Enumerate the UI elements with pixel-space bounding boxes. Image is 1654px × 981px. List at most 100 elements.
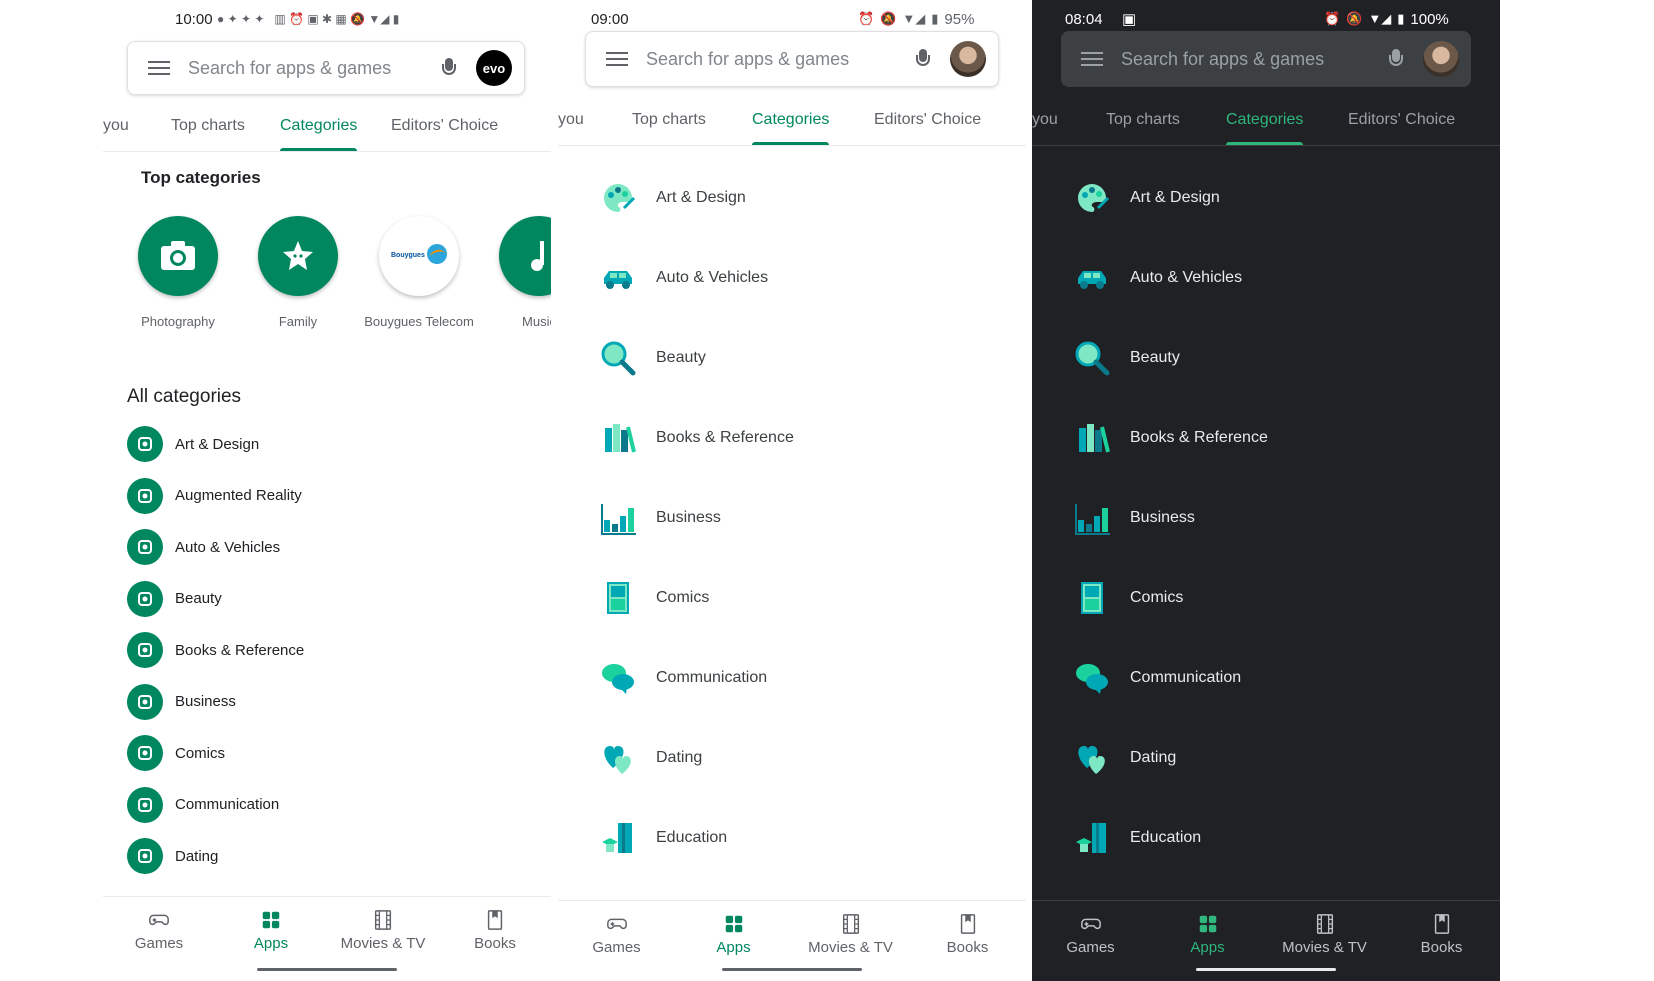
- nav-books[interactable]: Books: [439, 897, 551, 981]
- tab-editors-choice[interactable]: Editors' Choice: [1348, 111, 1455, 145]
- category-business[interactable]: Business: [598, 498, 721, 538]
- category-label: Comics: [175, 744, 226, 762]
- category-label: Beauty: [175, 590, 222, 607]
- education-icon: [1072, 818, 1112, 858]
- nav-books[interactable]: Books: [909, 901, 1026, 981]
- category-auto-and-vehicles[interactable]: Auto & Vehicles: [1072, 258, 1242, 298]
- category-beauty[interactable]: Beauty: [127, 580, 222, 617]
- category-auto-and-vehicles[interactable]: Auto & Vehicles: [127, 529, 280, 565]
- category-label: Business: [175, 693, 236, 710]
- avatar[interactable]: evo: [476, 50, 512, 86]
- star-icon: [258, 216, 338, 296]
- category-beauty[interactable]: Beauty: [1072, 338, 1180, 378]
- business-icon: [598, 498, 638, 538]
- alarm-icon: ⏰: [1324, 11, 1341, 26]
- category-label: Art & Design: [1130, 189, 1220, 206]
- mic-icon[interactable]: [916, 49, 930, 69]
- category-business[interactable]: Business: [127, 683, 236, 720]
- search-placeholder[interactable]: Search for apps & games: [646, 49, 916, 70]
- category-books-and-reference[interactable]: Books & Reference: [1072, 418, 1268, 458]
- search-bar[interactable]: Search for apps & games: [1061, 31, 1471, 87]
- apps-grid-icon: [725, 915, 742, 933]
- nav-label: Movies & TV: [808, 939, 893, 956]
- category-communication[interactable]: Communication: [127, 786, 279, 823]
- category-comics[interactable]: Comics: [598, 578, 709, 618]
- category-label: Art & Design: [656, 189, 746, 206]
- category-dating[interactable]: Dating: [598, 738, 702, 778]
- nav-games[interactable]: Games: [558, 901, 675, 981]
- category-books-and-reference[interactable]: Books & Reference: [598, 418, 794, 458]
- category-label: Books & Reference: [1130, 429, 1268, 446]
- category-beauty[interactable]: Beauty: [598, 338, 706, 378]
- category-label: Auto & Vehicles: [656, 269, 769, 286]
- category-augmented-reality[interactable]: Augmented Reality: [127, 477, 302, 514]
- category-label: Books & Reference: [656, 429, 794, 446]
- tab-categories[interactable]: Categories: [280, 117, 358, 151]
- gesture-bar[interactable]: [257, 968, 397, 971]
- tab-editors-choice[interactable]: Editors' Choice: [391, 117, 498, 151]
- menu-icon[interactable]: [606, 52, 628, 66]
- category-communication[interactable]: Communication: [1072, 658, 1241, 698]
- tab-top-charts[interactable]: Top charts: [171, 117, 245, 151]
- mic-icon[interactable]: [1389, 49, 1403, 69]
- avatar[interactable]: [950, 41, 986, 77]
- top-category-photography[interactable]: Photography: [123, 216, 233, 329]
- art-and-design-icon: [1072, 178, 1112, 218]
- status-bar: 09:00 ⏰ 🔕 ▼◢ ▮ 95%: [558, 6, 1026, 32]
- nav-label: Books: [946, 939, 989, 956]
- nav-label: Books: [474, 935, 516, 952]
- menu-icon[interactable]: [1081, 52, 1103, 66]
- gesture-bar[interactable]: [722, 968, 862, 971]
- search-placeholder[interactable]: Search for apps & games: [1121, 49, 1389, 70]
- nav-label: Games: [1066, 939, 1115, 956]
- category-business[interactable]: Business: [1072, 498, 1195, 538]
- category-art-and-design[interactable]: Art & Design: [598, 178, 746, 218]
- tab-categories[interactable]: Categories: [752, 111, 830, 145]
- category-dating[interactable]: Dating: [127, 838, 218, 874]
- category-dating[interactable]: Dating: [1072, 738, 1176, 778]
- category-art-and-design[interactable]: Art & Design: [127, 426, 259, 462]
- gesture-bar[interactable]: [1196, 968, 1336, 971]
- tab-top-charts[interactable]: Top charts: [632, 111, 706, 145]
- business-icon: [1072, 498, 1112, 538]
- tab-top-charts[interactable]: Top charts: [1106, 111, 1180, 145]
- category-comics[interactable]: Comics: [127, 735, 225, 771]
- category-comics[interactable]: Comics: [1072, 578, 1183, 618]
- avatar[interactable]: [1423, 41, 1459, 77]
- books-and-reference-icon: [1072, 418, 1112, 458]
- menu-icon[interactable]: [148, 61, 170, 75]
- mic-icon[interactable]: [442, 58, 456, 78]
- status-icons: ⏰ 🔕 ▼◢ ▮ 100%: [1324, 11, 1449, 28]
- tab-for-you[interactable]: you: [1032, 111, 1058, 145]
- books-and-reference-icon: [598, 418, 638, 458]
- top-category-music[interactable]: Music: [484, 216, 551, 329]
- category-education[interactable]: Education: [1072, 818, 1201, 858]
- top-category-family[interactable]: Family: [243, 216, 353, 329]
- nav-books[interactable]: Books: [1383, 901, 1500, 981]
- category-books-and-reference[interactable]: Books & Reference: [127, 632, 304, 668]
- bookmark-icon: [1434, 914, 1449, 934]
- film-icon: [374, 910, 392, 930]
- tab-editors-choice[interactable]: Editors' Choice: [874, 111, 981, 145]
- dating-icon: [1072, 738, 1112, 778]
- category-label: Business: [1130, 509, 1195, 526]
- nav-label: Apps: [716, 939, 751, 956]
- nav-label: Books: [1420, 939, 1463, 956]
- nav-games[interactable]: Games: [1032, 901, 1149, 981]
- books-and-reference-icon: [127, 632, 163, 668]
- tab-bar: you Top charts Categories Editors' Choic…: [1032, 100, 1500, 146]
- film-icon: [1316, 914, 1333, 934]
- category-label: Dating: [656, 749, 703, 766]
- top-category-bouygues[interactable]: Bouygues Bouygues Telecom: [364, 216, 474, 329]
- tab-categories[interactable]: Categories: [1226, 111, 1304, 145]
- tab-for-you[interactable]: you: [558, 111, 584, 145]
- category-education[interactable]: Education: [598, 818, 727, 858]
- category-auto-and-vehicles[interactable]: Auto & Vehicles: [598, 258, 768, 298]
- search-bar[interactable]: Search for apps & games: [585, 31, 999, 87]
- search-bar[interactable]: Search for apps & games evo: [127, 41, 525, 95]
- category-communication[interactable]: Communication: [598, 658, 767, 698]
- search-placeholder[interactable]: Search for apps & games: [188, 58, 442, 79]
- tab-for-you[interactable]: you: [103, 117, 129, 151]
- category-art-and-design[interactable]: Art & Design: [1072, 178, 1220, 218]
- nav-games[interactable]: Games: [103, 897, 215, 981]
